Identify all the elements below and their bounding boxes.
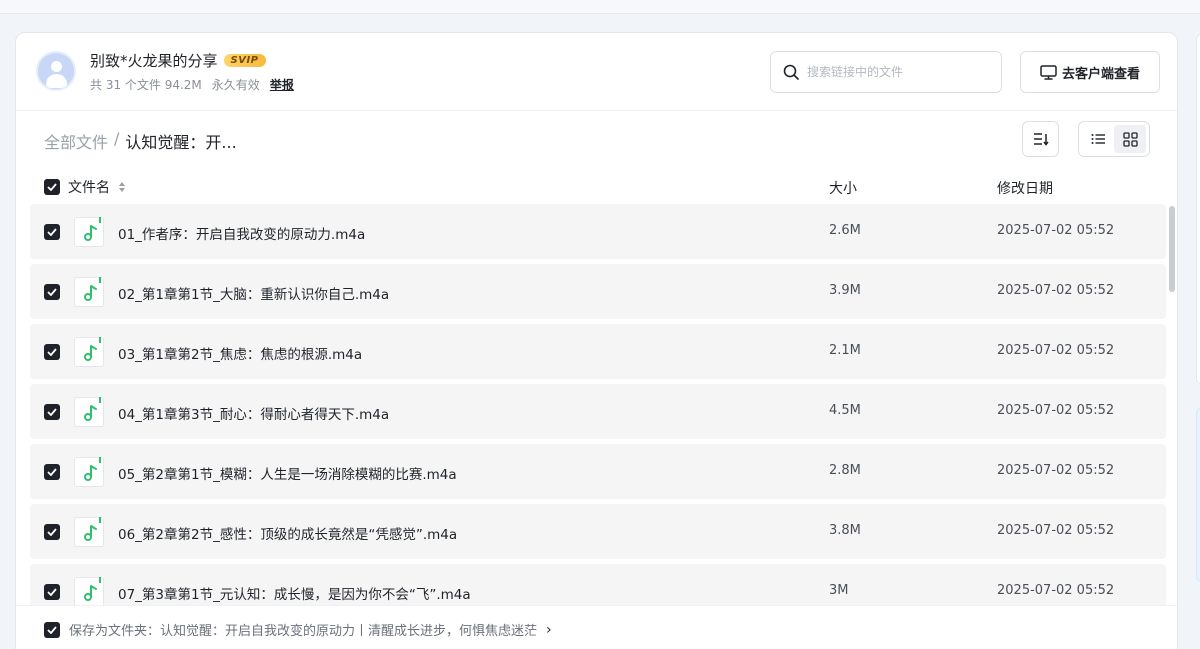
avatar [36,51,76,91]
table-header: 文件名 大小 修改日期 [16,173,1177,203]
file-size: 2.6M [829,223,861,238]
select-all-checkbox[interactable] [44,179,60,195]
checkmark-icon [47,625,57,634]
row-checkbox[interactable] [44,584,60,600]
file-date: 2025-07-02 05:52 [997,523,1115,538]
checkmark-icon [47,183,57,191]
file-name[interactable]: 03_第1章第2节_焦虑：焦虑的根源.m4a [118,343,362,363]
file-list: 01_作者序：开启自我改变的原动力.m4a 2.6M 2025-07-02 05… [30,204,1166,606]
share-title: 别致*火龙果的分享 SVIP [90,50,266,71]
audio-file-icon [74,397,104,427]
checkmark-icon [47,468,57,476]
side-panel-edge-blue [1196,408,1200,582]
report-link[interactable]: 举报 [270,76,294,93]
search-icon [783,64,799,80]
list-icon [1091,134,1105,144]
validity: 永久有效 [211,78,260,92]
column-size: 大小 [829,181,857,197]
owner-name: 别致*火龙果的分享 [90,52,218,70]
view-toggle [1078,121,1150,157]
file-name[interactable]: 05_第2章第1节_模糊：人生是一场消除模糊的比赛.m4a [118,463,457,483]
file-size: 2.8M [829,463,861,478]
scrollbar-thumb[interactable] [1169,206,1175,292]
save-folder-label: 保存为文件夹：认知觉醒：开启自我改变的原动力丨清醒成长进步，何惧焦虑迷茫 [69,624,538,639]
file-name[interactable]: 07_第3章第1节_元认知：成长慢，是因为你不会“飞”.m4a [118,583,471,603]
file-name[interactable]: 06_第2章第2节_感性：顶级的成长竟然是“凭感觉”.m4a [118,523,457,543]
side-panel-edge [1196,34,1200,384]
audio-file-icon [74,217,104,247]
file-size: 3M [829,583,849,598]
sort-caret-icon [119,182,125,192]
file-size: 4.5M [829,403,861,418]
table-row[interactable]: 01_作者序：开启自我改变的原动力.m4a 2.6M 2025-07-02 05… [30,204,1166,259]
search-input[interactable] [807,65,987,79]
row-checkbox[interactable] [44,404,60,420]
checkmark-icon [47,288,57,296]
file-size: 3.8M [829,523,861,538]
audio-file-icon [74,457,104,487]
file-date: 2025-07-02 05:52 [997,343,1115,358]
audio-file-icon [74,277,104,307]
file-count: 共 31 个文件 94.2M [90,78,202,92]
avatar-head [51,61,62,72]
breadcrumb-current: 认知觉醒：开... [125,133,237,152]
svip-badge: SVIP [223,54,266,67]
search-box[interactable] [770,51,1002,93]
save-folder-checkbox[interactable] [44,621,60,638]
row-checkbox[interactable] [44,464,60,480]
monitor-icon [1040,64,1057,80]
table-row[interactable]: 03_第1章第2节_焦虑：焦虑的根源.m4a 2.1M 2025-07-02 0… [30,324,1166,379]
sort-button[interactable] [1022,121,1059,157]
audio-file-icon [74,337,104,367]
column-name[interactable]: 文件名 [44,177,126,197]
row-checkbox[interactable] [44,224,60,240]
list-view-button[interactable] [1082,125,1114,153]
audio-file-icon [74,577,104,606]
row-checkbox[interactable] [44,284,60,300]
list-scrollbar[interactable] [1168,204,1176,606]
breadcrumb: 全部文件 / 认知觉醒：开... [44,129,237,153]
audio-file-icon [74,517,104,547]
chevron-right-icon[interactable]: › [546,622,552,638]
file-size: 3.9M [829,283,861,298]
share-meta: 共 31 个文件 94.2M 永久有效 举报 [90,76,294,93]
table-row[interactable]: 07_第3章第1节_元认知：成长慢，是因为你不会“飞”.m4a 3M 2025-… [30,564,1166,606]
row-checkbox[interactable] [44,524,60,540]
file-date: 2025-07-02 05:52 [997,583,1115,598]
share-header: 别致*火龙果的分享 SVIP 共 31 个文件 94.2M 永久有效 举报 去客… [16,33,1177,111]
top-bar [0,0,1200,14]
file-size: 2.1M [829,343,861,358]
avatar-body [46,74,67,88]
table-row[interactable]: 05_第2章第1节_模糊：人生是一场消除模糊的比赛.m4a 2.8M 2025-… [30,444,1166,499]
checkmark-icon [47,228,57,236]
breadcrumb-separator: / [114,129,120,148]
checkmark-icon [47,348,57,356]
row-checkbox[interactable] [44,344,60,360]
open-client-button[interactable]: 去客户端查看 [1020,51,1160,93]
column-date: 修改日期 [997,181,1053,197]
share-card: 别致*火龙果的分享 SVIP 共 31 个文件 94.2M 永久有效 举报 去客… [15,32,1178,649]
breadcrumb-root[interactable]: 全部文件 [44,129,108,153]
grid-icon [1122,131,1138,147]
open-client-label: 去客户端查看 [1061,66,1140,82]
file-date: 2025-07-02 05:52 [997,223,1115,238]
column-name-label: 文件名 [68,180,110,196]
file-name[interactable]: 04_第1章第3节_耐心：得耐心者得天下.m4a [118,403,389,423]
save-to-folder-bar[interactable]: 保存为文件夹：认知觉醒：开启自我改变的原动力丨清醒成长进步，何惧焦虑迷茫 › [16,605,1177,649]
file-name[interactable]: 01_作者序：开启自我改变的原动力.m4a [118,223,365,243]
sort-icon [1033,133,1049,146]
file-date: 2025-07-02 05:52 [997,403,1115,418]
checkmark-icon [47,528,57,536]
table-row[interactable]: 06_第2章第2节_感性：顶级的成长竟然是“凭感觉”.m4a 3.8M 2025… [30,504,1166,559]
file-name[interactable]: 02_第1章第1节_大脑：重新认识你自己.m4a [118,283,389,303]
checkmark-icon [47,408,57,416]
table-row[interactable]: 02_第1章第1节_大脑：重新认识你自己.m4a 3.9M 2025-07-02… [30,264,1166,319]
file-date: 2025-07-02 05:52 [997,283,1115,298]
file-date: 2025-07-02 05:52 [997,463,1115,478]
table-row[interactable]: 04_第1章第3节_耐心：得耐心者得天下.m4a 4.5M 2025-07-02… [30,384,1166,439]
grid-view-button[interactable] [1114,125,1146,153]
checkmark-icon [47,588,57,596]
